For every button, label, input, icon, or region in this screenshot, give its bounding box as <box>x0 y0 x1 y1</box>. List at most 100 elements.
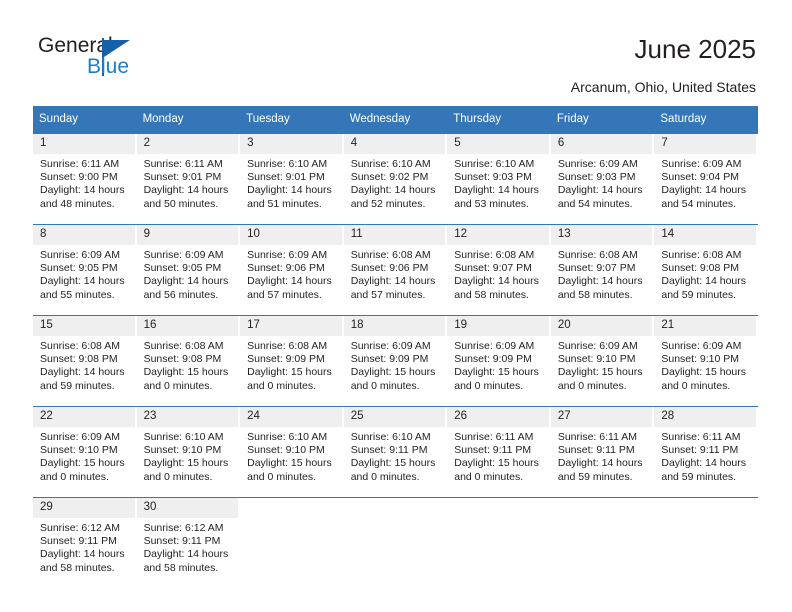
day-number: 11 <box>343 225 446 245</box>
day-number <box>447 498 549 518</box>
daylight-text-line2: and 0 minutes. <box>247 470 317 483</box>
calendar-day-cell[interactable]: 2 Sunrise: 6:11 AM Sunset: 9:01 PM Daylight… <box>136 133 241 225</box>
daylight-text-line1: Daylight: 15 hours <box>454 457 539 470</box>
calendar-day-cell[interactable]: 8 Sunrise: 6:09 AM Sunset: 9:05 PM Daylight… <box>33 224 137 316</box>
day-details: Sunrise: 6:09 AM Sunset: 9:10 PM Daylight:… <box>654 336 758 393</box>
daylight-text-line1: Daylight: 14 hours <box>143 184 229 197</box>
calendar-day-cell[interactable]: 19 Sunrise: 6:09 AM Sunset: 9:09 PM Dayligh… <box>447 315 551 407</box>
day-number: 22 <box>33 407 135 427</box>
calendar-day-cell[interactable]: 10 Sunrise: 6:09 AM Sunset: 9:06 PM Dayligh… <box>240 224 344 316</box>
calendar-day-cell[interactable]: 22 Sunrise: 6:09 AM Sunset: 9:10 PM Dayligh… <box>33 406 137 498</box>
sunset-text: Sunset: 9:11 PM <box>350 444 428 457</box>
day-details: Sunrise: 6:11 AM Sunset: 9:11 PM Daylight:… <box>447 427 551 484</box>
day-number: 19 <box>447 316 549 336</box>
daylight-text-line2: and 0 minutes. <box>247 379 317 392</box>
day-number: 4 <box>343 134 446 154</box>
sunrise-text: Sunrise: 6:09 AM <box>40 249 120 261</box>
calendar-day-cell[interactable]: 3 Sunrise: 6:10 AM Sunset: 9:01 PM Daylight… <box>240 133 344 225</box>
sunrise-text: Sunrise: 6:11 AM <box>557 431 637 443</box>
day-number: 12 <box>447 225 549 245</box>
daylight-text-line1: Daylight: 14 hours <box>350 275 436 288</box>
day-number: 17 <box>240 316 342 336</box>
calendar-week-row: 8 Sunrise: 6:09 AM Sunset: 9:05 PM Daylight… <box>33 224 758 316</box>
daylight-text-line1: Daylight: 14 hours <box>557 184 643 197</box>
calendar-cell-empty <box>343 497 448 588</box>
daylight-text-line2: and 58 minutes. <box>40 561 115 574</box>
calendar-day-cell[interactable]: 25 Sunrise: 6:10 AM Sunset: 9:11 PM Dayligh… <box>343 406 448 498</box>
calendar-cell-empty <box>654 497 758 588</box>
calendar-week-row: 15 Sunrise: 6:08 AM Sunset: 9:08 PM Dayligh… <box>33 315 758 407</box>
sunrise-text: Sunrise: 6:08 AM <box>454 249 535 261</box>
daylight-text-line1: Daylight: 14 hours <box>40 275 125 288</box>
daylight-text-line1: Daylight: 14 hours <box>350 184 436 197</box>
sunrise-text: Sunrise: 6:08 AM <box>247 340 328 352</box>
sunrise-text: Sunrise: 6:12 AM <box>143 522 224 534</box>
calendar-day-cell[interactable]: 20 Sunrise: 6:09 AM Sunset: 9:10 PM Dayligh… <box>550 315 655 407</box>
daylight-text-line2: and 48 minutes. <box>40 197 115 210</box>
daylight-text-line2: and 59 minutes. <box>661 470 737 483</box>
calendar-day-cell[interactable]: 29 Sunrise: 6:12 AM Sunset: 9:11 PM Dayligh… <box>33 497 137 588</box>
sunrise-text: Sunrise: 6:09 AM <box>454 340 535 352</box>
sunset-text: Sunset: 9:11 PM <box>661 444 739 457</box>
calendar-day-cell[interactable]: 11 Sunrise: 6:08 AM Sunset: 9:06 PM Dayligh… <box>343 224 448 316</box>
calendar-day-cell[interactable]: 5 Sunrise: 6:10 AM Sunset: 9:03 PM Daylight… <box>447 133 551 225</box>
sunset-text: Sunset: 9:11 PM <box>454 444 532 457</box>
sunrise-text: Sunrise: 6:11 AM <box>40 158 120 170</box>
daylight-text-line2: and 0 minutes. <box>454 470 524 483</box>
calendar-day-cell[interactable]: 9 Sunrise: 6:09 AM Sunset: 9:05 PM Daylight… <box>136 224 241 316</box>
calendar-day-cell[interactable]: 27 Sunrise: 6:11 AM Sunset: 9:11 PM Dayligh… <box>550 406 655 498</box>
calendar-week-row: 1 Sunrise: 6:11 AM Sunset: 9:00 PM Daylight… <box>33 133 758 225</box>
brand-logo[interactable]: General Blue <box>38 34 238 86</box>
calendar-day-cell[interactable]: 26 Sunrise: 6:11 AM Sunset: 9:11 PM Dayligh… <box>447 406 551 498</box>
day-details: Sunrise: 6:09 AM Sunset: 9:05 PM Daylight:… <box>137 245 241 302</box>
calendar-day-cell[interactable]: 4 Sunrise: 6:10 AM Sunset: 9:02 PM Daylight… <box>343 133 448 225</box>
sunset-text: Sunset: 9:02 PM <box>350 171 429 184</box>
calendar-day-cell[interactable]: 17 Sunrise: 6:08 AM Sunset: 9:09 PM Dayligh… <box>240 315 344 407</box>
daylight-text-line1: Daylight: 14 hours <box>40 366 125 379</box>
sunrise-text: Sunrise: 6:09 AM <box>557 158 638 170</box>
day-details: Sunrise: 6:10 AM Sunset: 9:11 PM Daylight:… <box>344 427 448 484</box>
sunrise-text: Sunrise: 6:10 AM <box>454 158 535 170</box>
day-details: Sunrise: 6:08 AM Sunset: 9:07 PM Daylight:… <box>447 245 551 302</box>
day-number: 9 <box>136 225 239 245</box>
daylight-text-line2: and 56 minutes. <box>143 288 219 301</box>
day-details: Sunrise: 6:09 AM Sunset: 9:09 PM Daylight:… <box>344 336 448 393</box>
daylight-text-line2: and 59 minutes. <box>557 470 633 483</box>
daylight-text-line2: and 59 minutes. <box>40 379 115 392</box>
day-number: 5 <box>447 134 549 154</box>
calendar-day-cell[interactable]: 14 Sunrise: 6:08 AM Sunset: 9:08 PM Dayligh… <box>654 224 758 316</box>
sunset-text: Sunset: 9:10 PM <box>143 444 222 457</box>
daylight-text-line2: and 0 minutes. <box>350 379 420 392</box>
sunrise-text: Sunrise: 6:09 AM <box>557 340 638 352</box>
calendar-day-cell[interactable]: 15 Sunrise: 6:08 AM Sunset: 9:08 PM Dayligh… <box>33 315 137 407</box>
calendar-day-cell[interactable]: 13 Sunrise: 6:08 AM Sunset: 9:07 PM Dayligh… <box>550 224 655 316</box>
sunset-text: Sunset: 9:06 PM <box>247 262 325 275</box>
calendar-day-cell[interactable]: 24 Sunrise: 6:10 AM Sunset: 9:10 PM Dayligh… <box>240 406 344 498</box>
day-details: Sunrise: 6:08 AM Sunset: 9:08 PM Daylight:… <box>137 336 241 393</box>
day-number <box>654 498 756 518</box>
calendar-day-cell[interactable]: 21 Sunrise: 6:09 AM Sunset: 9:10 PM Dayligh… <box>654 315 758 407</box>
calendar-day-cell[interactable]: 28 Sunrise: 6:11 AM Sunset: 9:11 PM Dayligh… <box>654 406 758 498</box>
calendar-week-row: 22 Sunrise: 6:09 AM Sunset: 9:10 PM Dayligh… <box>33 406 758 498</box>
calendar-day-cell[interactable]: 16 Sunrise: 6:08 AM Sunset: 9:08 PM Dayligh… <box>136 315 241 407</box>
daylight-text-line1: Daylight: 14 hours <box>143 275 229 288</box>
day-details: Sunrise: 6:11 AM Sunset: 9:00 PM Daylight:… <box>33 154 137 211</box>
daylight-text-line2: and 52 minutes. <box>350 197 426 210</box>
sunrise-text: Sunrise: 6:09 AM <box>40 431 120 443</box>
calendar-day-cell[interactable]: 1 Sunrise: 6:11 AM Sunset: 9:00 PM Daylight… <box>33 133 137 225</box>
daylight-text-line1: Daylight: 14 hours <box>40 548 125 561</box>
calendar-day-cell[interactable]: 23 Sunrise: 6:10 AM Sunset: 9:10 PM Dayligh… <box>136 406 241 498</box>
calendar-day-cell[interactable]: 30 Sunrise: 6:12 AM Sunset: 9:11 PM Dayligh… <box>136 497 241 588</box>
page-header: General Blue June 2025 Arcanum, Ohio, Un… <box>0 0 792 100</box>
calendar-day-cell[interactable]: 18 Sunrise: 6:09 AM Sunset: 9:09 PM Dayligh… <box>343 315 448 407</box>
sunset-text: Sunset: 9:05 PM <box>143 262 222 275</box>
calendar-day-cell[interactable]: 6 Sunrise: 6:09 AM Sunset: 9:03 PM Daylight… <box>550 133 655 225</box>
calendar-cell-empty <box>447 497 551 588</box>
daylight-text-line1: Daylight: 15 hours <box>350 366 436 379</box>
daylight-text-line1: Daylight: 14 hours <box>661 457 747 470</box>
sunset-text: Sunset: 9:11 PM <box>40 535 117 548</box>
sunrise-text: Sunrise: 6:10 AM <box>350 431 431 443</box>
calendar-day-cell[interactable]: 7 Sunrise: 6:09 AM Sunset: 9:04 PM Daylight… <box>654 133 758 225</box>
calendar-day-cell[interactable]: 12 Sunrise: 6:08 AM Sunset: 9:07 PM Dayligh… <box>447 224 551 316</box>
sunset-text: Sunset: 9:07 PM <box>557 262 636 275</box>
